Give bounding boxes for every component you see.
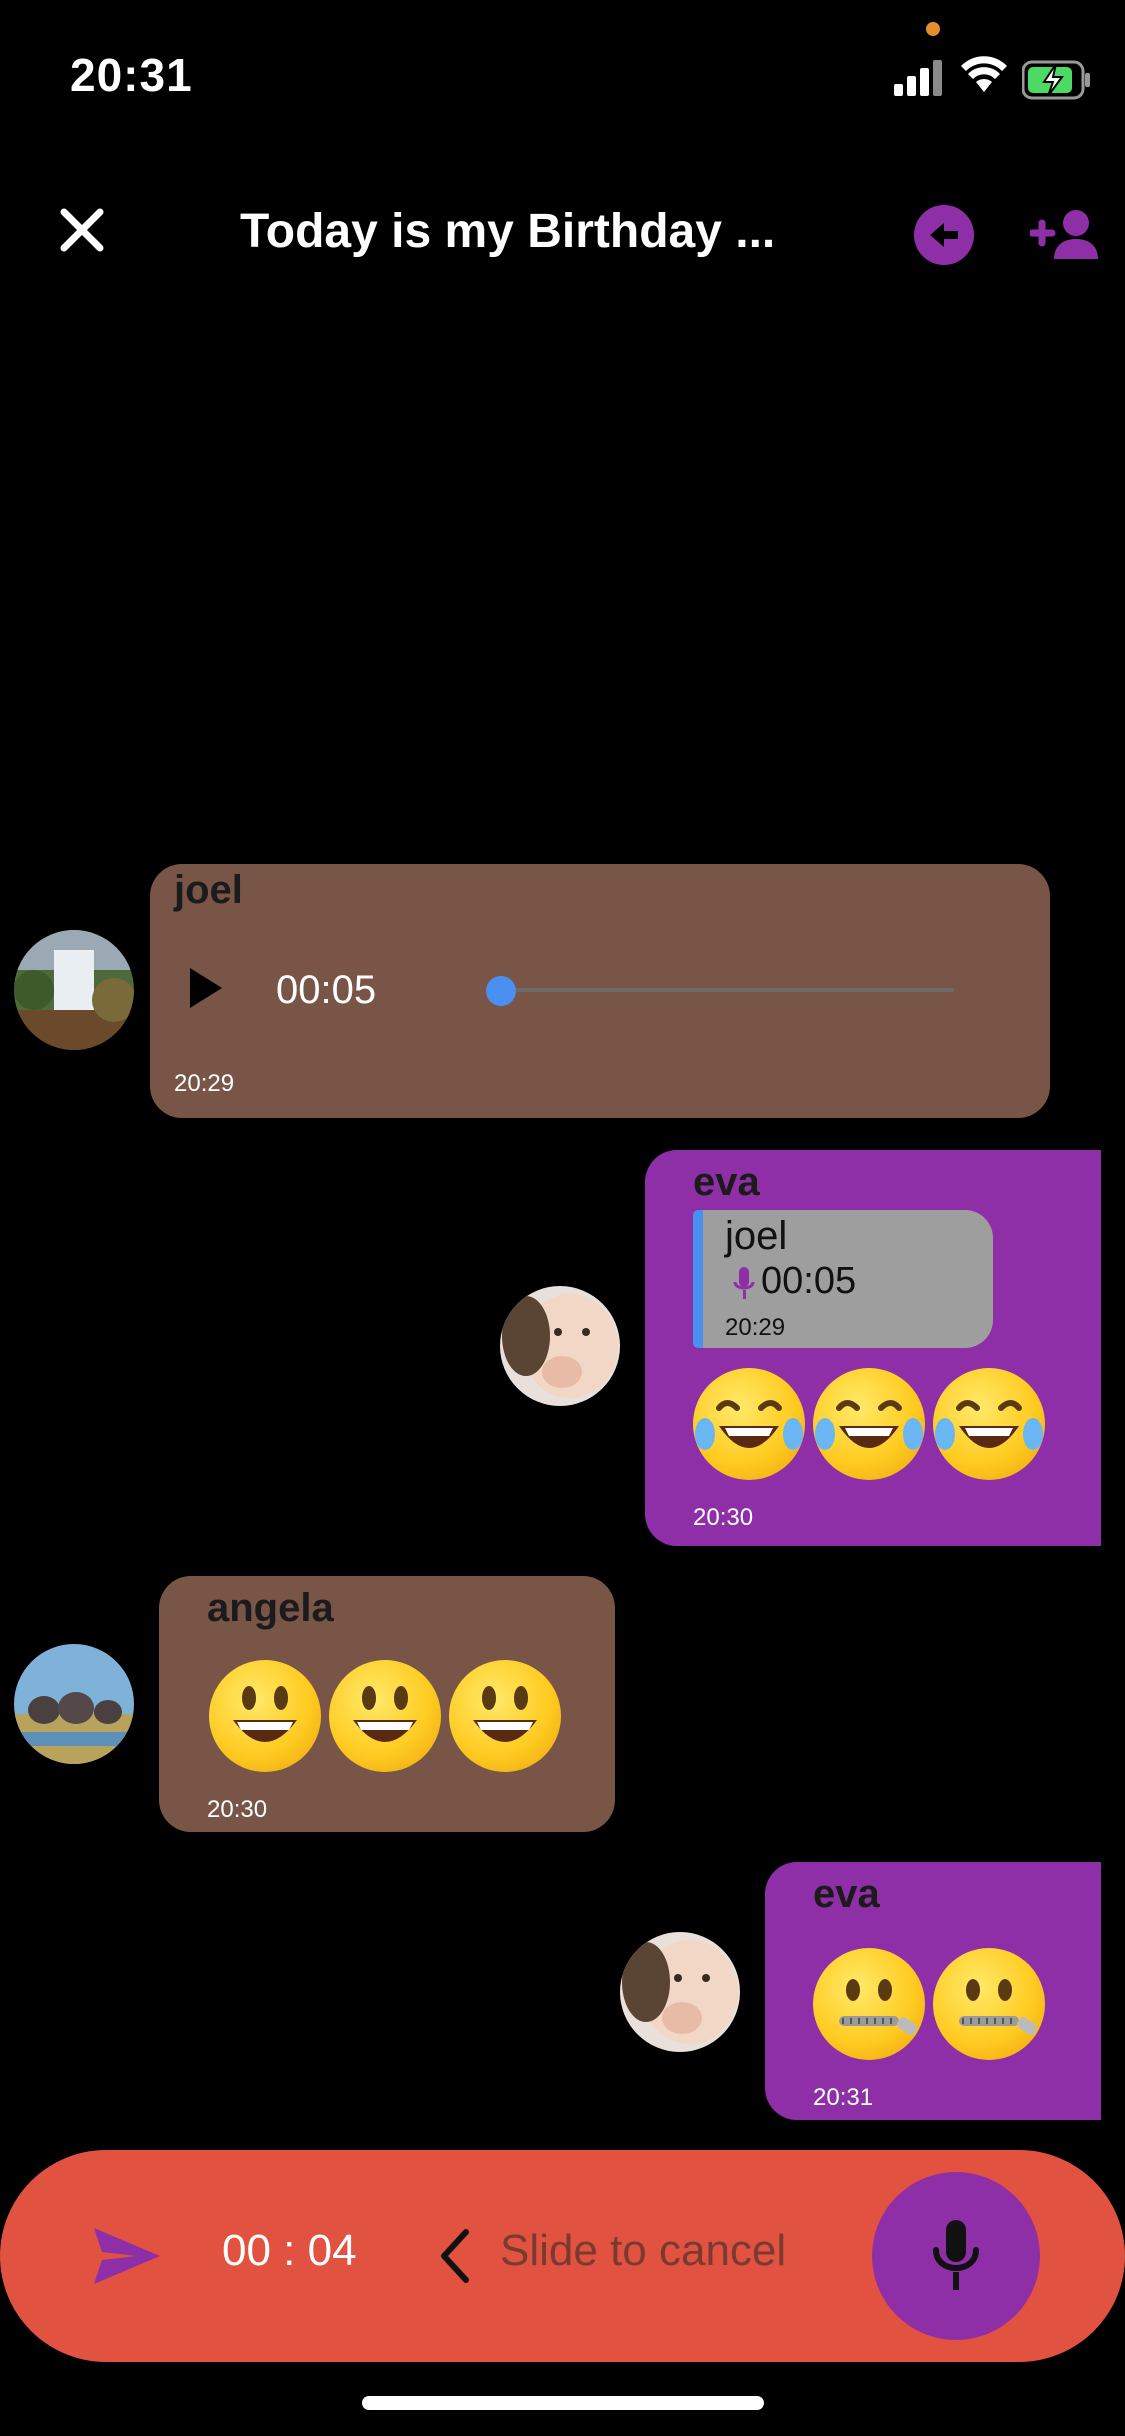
close-icon[interactable] — [52, 200, 112, 260]
reply-sender: joel — [725, 1214, 788, 1258]
message-bubble[interactable]: eva 20:31 — [765, 1862, 1101, 2120]
send-icon[interactable] — [92, 2226, 162, 2286]
person-add-icon[interactable] — [1030, 205, 1100, 265]
status-time: 20:31 — [70, 49, 193, 101]
chevron-left-icon — [441, 2229, 469, 2283]
voice-seek-track[interactable] — [504, 988, 954, 992]
avatar-baby-image — [500, 1286, 620, 1406]
sender-name: eva — [693, 1160, 760, 1204]
avatar[interactable] — [620, 1932, 740, 2052]
chat-title: Today is my Birthday ... — [240, 205, 776, 258]
play-icon[interactable] — [186, 964, 226, 1012]
smiley-emoji — [209, 1660, 321, 1772]
avatar[interactable] — [14, 1644, 134, 1764]
zipper-mouth-emoji — [933, 1948, 1045, 2060]
reply-duration: 00:05 — [761, 1260, 857, 1302]
battery-charging-icon — [1022, 60, 1090, 100]
wifi-icon — [961, 56, 1007, 92]
reply-time: 20:29 — [725, 1314, 786, 1341]
smiley-emoji — [329, 1660, 441, 1772]
message-bubble[interactable]: eva joel 00:05 20:29 20:30 — [645, 1150, 1101, 1546]
message-time: 20:30 — [693, 1504, 754, 1531]
sender-name: eva — [813, 1872, 880, 1916]
arrow-left-icon — [930, 223, 958, 247]
message-time: 20:31 — [813, 2084, 874, 2111]
reply-accent-bar — [693, 1210, 703, 1348]
record-button[interactable] — [872, 2172, 1040, 2340]
message-bubble[interactable]: joel 00:05 20:29 — [150, 864, 1050, 1118]
message-time: 20:30 — [207, 1796, 268, 1823]
voice-duration: 00:05 — [276, 968, 377, 1012]
sender-name: angela — [207, 1586, 334, 1630]
mic-icon — [733, 1267, 755, 1299]
camera-indicator-icon — [926, 22, 940, 36]
home-indicator[interactable] — [362, 2396, 764, 2410]
avatar[interactable] — [500, 1286, 620, 1406]
smiley-emoji — [449, 1660, 561, 1772]
laughing-tears-emoji — [933, 1368, 1045, 1480]
back-button[interactable] — [914, 205, 974, 265]
sender-name: joel — [174, 868, 243, 912]
message-time: 20:29 — [174, 1070, 235, 1097]
avatar-waterfall-image — [14, 930, 134, 1050]
avatar-elephants-image — [14, 1644, 134, 1764]
mic-icon — [933, 2220, 979, 2290]
reply-preview[interactable]: joel 00:05 20:29 — [703, 1210, 993, 1348]
zipper-mouth-emoji — [813, 1948, 925, 2060]
cellular-signal-icon — [894, 60, 942, 96]
laughing-tears-emoji — [813, 1368, 925, 1480]
laughing-tears-emoji — [693, 1368, 805, 1480]
voice-seek-thumb[interactable] — [486, 976, 516, 1006]
recording-timer: 00 : 04 — [222, 2226, 357, 2275]
avatar[interactable] — [14, 930, 134, 1050]
message-bubble[interactable]: angela 20:30 — [159, 1576, 615, 1832]
avatar-baby-image — [620, 1932, 740, 2052]
slide-to-cancel-label[interactable]: Slide to cancel — [500, 2226, 786, 2276]
